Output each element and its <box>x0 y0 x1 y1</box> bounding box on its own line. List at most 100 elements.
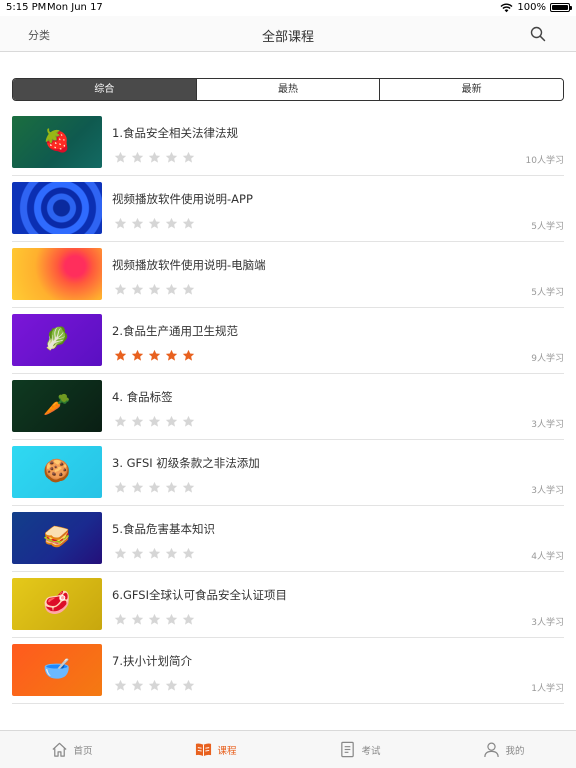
star-rating <box>114 481 195 494</box>
segment-comprehensive[interactable]: 综合 <box>13 79 196 100</box>
wifi-icon <box>500 3 513 12</box>
status-right: 100% <box>500 2 572 13</box>
star-icon <box>114 547 127 559</box>
star-icon <box>114 415 127 427</box>
star-icon <box>131 415 144 427</box>
star-icon <box>131 151 144 163</box>
star-rating <box>114 217 195 230</box>
course-thumbnail: 🥣 <box>12 644 102 696</box>
star-rating <box>114 613 195 626</box>
star-icon <box>182 679 195 691</box>
course-title: 视频播放软件使用说明-电脑端 <box>112 258 266 272</box>
tab-home[interactable]: 首页 <box>0 731 144 768</box>
user-icon <box>484 742 500 758</box>
course-thumbnail <box>12 182 102 234</box>
battery-icon <box>550 3 572 12</box>
star-rating <box>114 151 195 164</box>
tab-courses[interactable]: 课程 <box>144 731 288 768</box>
star-icon <box>165 349 178 361</box>
tab-exam[interactable]: 考试 <box>288 731 432 768</box>
course-item[interactable]: 🥩 6.GFSI全球认可食品安全认证项目 3人学习 <box>12 572 564 638</box>
star-icon <box>148 151 161 163</box>
star-icon <box>114 217 127 229</box>
course-thumbnail <box>12 248 102 300</box>
status-bar: 5:15 PM Mon Jun 17 100% <box>0 0 576 16</box>
learner-count: 4人学习 <box>531 552 564 562</box>
learner-count: 3人学习 <box>531 618 564 628</box>
star-icon <box>165 481 178 493</box>
book-icon <box>196 743 212 757</box>
course-item[interactable]: 🍪 3. GFSI 初级条款之非法添加 3人学习 <box>12 440 564 506</box>
course-item[interactable]: 🍓 1.食品安全相关法律法规 10人学习 <box>12 110 564 176</box>
sandwich-icon: 🥪 <box>43 525 71 550</box>
star-icon <box>165 679 178 691</box>
star-icon <box>165 547 178 559</box>
segment-newest[interactable]: 最新 <box>379 79 563 100</box>
course-title: 6.GFSI全球认可食品安全认证项目 <box>112 588 287 602</box>
star-icon <box>131 613 144 625</box>
search-icon[interactable] <box>530 26 546 42</box>
tab-courses-label: 课程 <box>217 745 237 757</box>
star-icon <box>165 217 178 229</box>
star-rating <box>114 283 195 296</box>
course-thumbnail: 🥕 <box>12 380 102 432</box>
star-icon <box>131 283 144 295</box>
star-icon <box>114 481 127 493</box>
star-icon <box>114 613 127 625</box>
star-rating <box>114 679 195 692</box>
star-icon <box>148 217 161 229</box>
star-icon <box>148 415 161 427</box>
star-icon <box>131 349 144 361</box>
star-icon <box>182 151 195 163</box>
macaron-icon: 🍪 <box>43 459 71 484</box>
star-icon <box>114 151 127 163</box>
star-icon <box>148 679 161 691</box>
sort-segmented-control: 综合 最热 最新 <box>12 78 564 101</box>
star-icon <box>165 415 178 427</box>
course-title: 视频播放软件使用说明-APP <box>112 192 253 206</box>
course-title: 2.食品生产通用卫生规范 <box>112 324 238 338</box>
course-thumbnail: 🍪 <box>12 446 102 498</box>
status-date: Mon Jun 17 <box>47 2 103 13</box>
star-icon <box>182 547 195 559</box>
star-icon <box>182 283 195 295</box>
star-icon <box>165 283 178 295</box>
star-icon <box>148 283 161 295</box>
star-icon <box>165 613 178 625</box>
star-icon <box>165 151 178 163</box>
star-icon <box>182 349 195 361</box>
learner-count: 10人学习 <box>525 156 564 166</box>
tab-mine-label: 我的 <box>505 745 525 757</box>
star-icon <box>182 613 195 625</box>
learner-count: 9人学习 <box>531 354 564 364</box>
course-item[interactable]: 🥬 2.食品生产通用卫生规范 9人学习 <box>12 308 564 374</box>
course-item[interactable]: 视频播放软件使用说明-电脑端 5人学习 <box>12 242 564 308</box>
segment-hottest[interactable]: 最热 <box>195 79 380 100</box>
battery-percent: 100% <box>517 2 546 13</box>
course-title: 3. GFSI 初级条款之非法添加 <box>112 456 260 470</box>
meat-icon: 🥩 <box>43 591 71 616</box>
home-icon <box>52 742 68 757</box>
carrot-icon: 🥕 <box>43 393 71 418</box>
star-icon <box>131 481 144 493</box>
course-title: 4. 食品标签 <box>112 390 173 404</box>
course-item[interactable]: 🥕 4. 食品标签 3人学习 <box>12 374 564 440</box>
tab-mine[interactable]: 我的 <box>432 731 576 768</box>
cereal-bowl-icon: 🥣 <box>43 657 71 682</box>
star-icon <box>148 481 161 493</box>
course-item[interactable]: 🥪 5.食品危害基本知识 4人学习 <box>12 506 564 572</box>
course-thumbnail: 🥪 <box>12 512 102 564</box>
star-rating <box>114 547 195 560</box>
learner-count: 3人学习 <box>531 420 564 430</box>
star-icon <box>148 547 161 559</box>
course-item[interactable]: 视频播放软件使用说明-APP 5人学习 <box>12 176 564 242</box>
learner-count: 5人学习 <box>531 222 564 232</box>
course-thumbnail: 🥩 <box>12 578 102 630</box>
star-icon <box>114 283 127 295</box>
star-icon <box>148 349 161 361</box>
course-list: 🍓 1.食品安全相关法律法规 10人学习 视频播放软件使用说明-APP 5人学习… <box>12 110 564 704</box>
course-item[interactable]: 🥣 7.扶小计划简介 1人学习 <box>12 638 564 704</box>
star-rating <box>114 349 195 362</box>
star-icon <box>131 547 144 559</box>
star-icon <box>182 415 195 427</box>
